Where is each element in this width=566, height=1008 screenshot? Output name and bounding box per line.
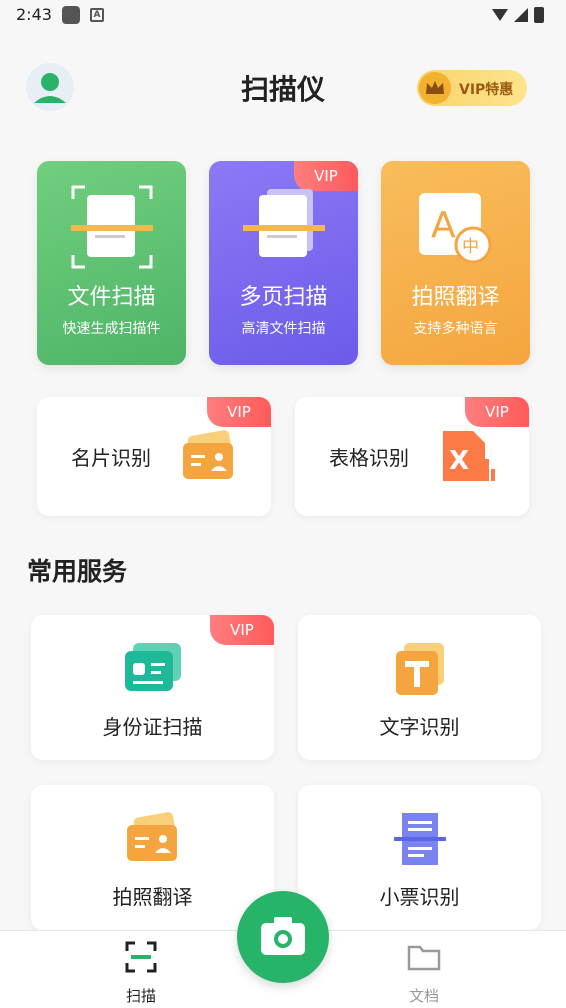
battery-icon (534, 7, 544, 23)
camera-button[interactable] (237, 891, 329, 983)
tile-photo-translate-sub: 支持多种语言 (413, 321, 498, 337)
section-title: 常用服务 (27, 557, 128, 586)
tile-multi-page-scan-name: 多页扫描 (239, 285, 328, 310)
tile-file-scan[interactable]: 文件扫描 快速生成扫描件 (37, 161, 186, 365)
vip-promo-label: VIP特惠 (459, 82, 514, 98)
tile-file-scan-name: 文件扫描 (67, 285, 156, 310)
tile-file-scan-sub: 快速生成扫描件 (62, 321, 161, 337)
tile-multi-page-scan-sub: 高清文件扫描 (241, 321, 326, 337)
excel-icon: X (443, 431, 495, 481)
camera-icon (261, 917, 305, 955)
multi-page-scan-icon (243, 189, 325, 257)
status-time: 2:43 (16, 5, 52, 24)
tile-photo-translate-name: 拍照翻译 (411, 285, 500, 310)
service-id-scan-name: 身份证扫描 (102, 715, 203, 739)
receipt-icon (394, 813, 446, 865)
wifi-icon (492, 9, 508, 21)
tile-multi-page-scan[interactable]: VIP 多页扫描 高清文件扫描 (209, 161, 358, 365)
nav-scan[interactable]: 扫描 (101, 939, 181, 1006)
svg-text:中: 中 (462, 237, 479, 257)
card-table-recognition-name: 表格识别 (329, 446, 409, 470)
service-id-scan[interactable]: VIP 身份证扫描 (31, 615, 274, 760)
a-notification-icon: A (90, 8, 104, 22)
translate-icon: A 中 (419, 193, 492, 264)
signal-icon (514, 8, 528, 22)
id-card-icon (125, 643, 181, 691)
scan-nav-icon (125, 941, 157, 973)
service-text-recognition[interactable]: 文字识别 (298, 615, 541, 760)
vip-tag: VIP (210, 615, 274, 645)
file-scan-icon (71, 185, 153, 269)
vip-promo-button[interactable]: VIP特惠 (417, 70, 527, 106)
card-business-card-name: 名片识别 (71, 446, 151, 470)
vip-tag: VIP (465, 397, 529, 427)
nav-scan-label: 扫描 (125, 987, 156, 1005)
svg-text:X: X (449, 446, 469, 476)
card-table-recognition[interactable]: VIP 表格识别 X (295, 397, 529, 516)
app-notification-icon (62, 6, 80, 24)
business-card-icon (183, 430, 233, 479)
nav-docs-label: 文档 (408, 987, 439, 1005)
photo-translate-icon (127, 812, 177, 861)
service-receipt-recognition-name: 小票识别 (379, 885, 460, 909)
crown-icon (419, 72, 451, 104)
folder-icon (407, 945, 441, 971)
service-text-recognition-name: 文字识别 (379, 715, 460, 739)
card-business-card[interactable]: VIP 名片识别 (37, 397, 271, 516)
status-bar: 2:43 A (0, 0, 566, 30)
nav-docs[interactable]: 文档 (384, 939, 464, 1006)
service-receipt-recognition[interactable]: 小票识别 (298, 785, 541, 930)
svg-text:A: A (431, 205, 456, 246)
status-icons (492, 7, 544, 23)
vip-tag: VIP (207, 397, 271, 427)
text-recognition-icon (396, 643, 444, 695)
tile-photo-translate[interactable]: A 中 拍照翻译 支持多种语言 (381, 161, 530, 365)
